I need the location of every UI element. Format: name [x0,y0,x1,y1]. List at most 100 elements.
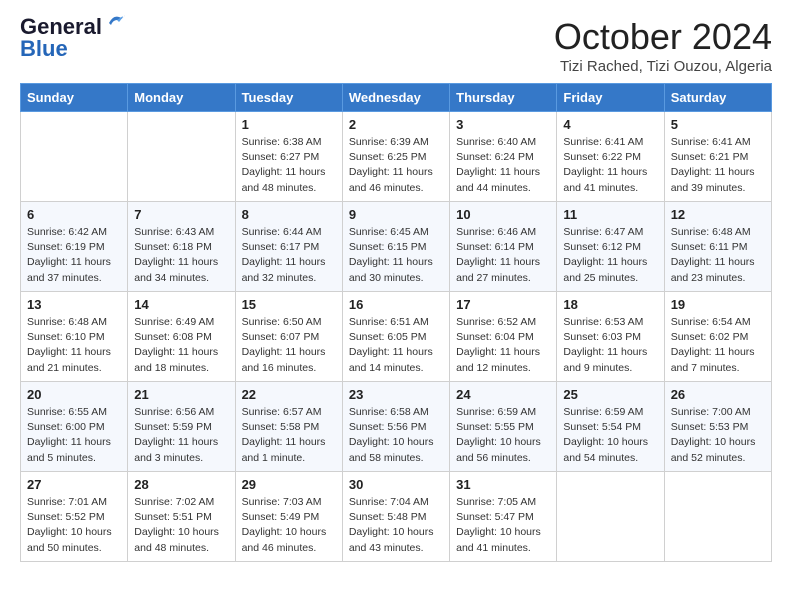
table-row: 16 Sunrise: 6:51 AMSunset: 6:05 PMDayligh… [342,292,449,382]
table-row: 22Sunrise: 6:57 AMSunset: 5:58 PMDayligh… [235,382,342,472]
table-row: 31 Sunrise: 7:05 AMSunset: 5:47 PMDayligh… [450,472,557,562]
table-row: 19Sunrise: 6:54 AMSunset: 6:02 PMDayligh… [664,292,771,382]
location: Tizi Rached, Tizi Ouzou, Algeria [554,58,772,75]
day-number: 11 [563,207,657,222]
day-info: Sunrise: 6:49 AMSunset: 6:08 PMDaylight:… [134,315,228,376]
day-number: 1 [242,117,336,132]
table-row: 9Sunrise: 6:45 AMSunset: 6:15 PMDaylight… [342,202,449,292]
day-info: Sunrise: 7:05 AMSunset: 5:47 PMDaylight:… [456,495,550,556]
col-friday: Friday [557,84,664,112]
table-row: 25Sunrise: 6:59 AMSunset: 5:54 PMDayligh… [557,382,664,472]
day-number: 27 [27,477,121,492]
table-row: 11 Sunrise: 6:47 AMSunset: 6:12 PMDayligh… [557,202,664,292]
table-row: 28 Sunrise: 7:02 AMSunset: 5:51 PMDayligh… [128,472,235,562]
calendar-week-row: 1 Sunrise: 6:38 AMSunset: 6:27 PMDaylight… [21,112,772,202]
table-row: 30Sunrise: 7:04 AMSunset: 5:48 PMDayligh… [342,472,449,562]
day-info: Sunrise: 6:42 AMSunset: 6:19 PMDaylight:… [27,225,121,286]
col-saturday: Saturday [664,84,771,112]
day-info: Sunrise: 7:02 AMSunset: 5:51 PMDaylight:… [134,495,228,556]
day-number: 12 [671,207,765,222]
col-sunday: Sunday [21,84,128,112]
day-info: Sunrise: 6:44 AMSunset: 6:17 PMDaylight:… [242,225,336,286]
day-number: 16 [349,297,443,312]
day-info: Sunrise: 6:48 AMSunset: 6:10 PMDaylight:… [27,315,121,376]
day-info: Sunrise: 6:55 AMSunset: 6:00 PMDaylight:… [27,405,121,466]
day-number: 2 [349,117,443,132]
day-number: 26 [671,387,765,402]
day-number: 19 [671,297,765,312]
day-number: 10 [456,207,550,222]
day-number: 21 [134,387,228,402]
table-row: 21 Sunrise: 6:56 AMSunset: 5:59 PMDayligh… [128,382,235,472]
table-row: 4 Sunrise: 6:41 AMSunset: 6:22 PMDaylight… [557,112,664,202]
day-info: Sunrise: 6:58 AMSunset: 5:56 PMDaylight:… [349,405,443,466]
day-number: 7 [134,207,228,222]
page: General Blue October 2024 Tizi Rached, T… [0,0,792,582]
table-row: 18 Sunrise: 6:53 AMSunset: 6:03 PMDayligh… [557,292,664,382]
table-row: 13 Sunrise: 6:48 AMSunset: 6:10 PMDayligh… [21,292,128,382]
month-title: October 2024 [554,16,772,58]
day-number: 3 [456,117,550,132]
day-info: Sunrise: 6:48 AMSunset: 6:11 PMDaylight:… [671,225,765,286]
calendar-week-row: 6 Sunrise: 6:42 AMSunset: 6:19 PMDaylight… [21,202,772,292]
day-info: Sunrise: 6:51 AMSunset: 6:05 PMDaylight:… [349,315,443,376]
day-info: Sunrise: 7:01 AMSunset: 5:52 PMDaylight:… [27,495,121,556]
table-row: 12 Sunrise: 6:48 AMSunset: 6:11 PMDayligh… [664,202,771,292]
day-info: Sunrise: 6:41 AMSunset: 6:21 PMDaylight:… [671,135,765,196]
table-row: 2 Sunrise: 6:39 AMSunset: 6:25 PMDaylight… [342,112,449,202]
day-info: Sunrise: 6:40 AMSunset: 6:24 PMDaylight:… [456,135,550,196]
logo-general-text: General [20,16,102,38]
table-row: 17 Sunrise: 6:52 AMSunset: 6:04 PMDayligh… [450,292,557,382]
day-number: 5 [671,117,765,132]
table-row: 23 Sunrise: 6:58 AMSunset: 5:56 PMDayligh… [342,382,449,472]
day-info: Sunrise: 7:03 AMSunset: 5:49 PMDaylight:… [242,495,336,556]
table-row: 3 Sunrise: 6:40 AMSunset: 6:24 PMDaylight… [450,112,557,202]
table-row: 29 Sunrise: 7:03 AMSunset: 5:49 PMDayligh… [235,472,342,562]
day-info: Sunrise: 6:45 AMSunset: 6:15 PMDaylight:… [349,225,443,286]
day-info: Sunrise: 6:38 AMSunset: 6:27 PMDaylight:… [242,135,336,196]
col-wednesday: Wednesday [342,84,449,112]
calendar-week-row: 13 Sunrise: 6:48 AMSunset: 6:10 PMDayligh… [21,292,772,382]
day-info: Sunrise: 6:43 AMSunset: 6:18 PMDaylight:… [134,225,228,286]
calendar-week-row: 20 Sunrise: 6:55 AMSunset: 6:00 PMDayligh… [21,382,772,472]
day-info: Sunrise: 6:59 AMSunset: 5:54 PMDaylight:… [563,405,657,466]
day-number: 17 [456,297,550,312]
day-info: Sunrise: 6:46 AMSunset: 6:14 PMDaylight:… [456,225,550,286]
logo-bird-icon [105,13,127,33]
day-number: 20 [27,387,121,402]
table-row: 24 Sunrise: 6:59 AMSunset: 5:55 PMDayligh… [450,382,557,472]
day-number: 13 [27,297,121,312]
day-info: Sunrise: 6:56 AMSunset: 5:59 PMDaylight:… [134,405,228,466]
day-number: 29 [242,477,336,492]
day-number: 28 [134,477,228,492]
table-row: 15Sunrise: 6:50 AMSunset: 6:07 PMDayligh… [235,292,342,382]
table-row: 6 Sunrise: 6:42 AMSunset: 6:19 PMDaylight… [21,202,128,292]
day-info: Sunrise: 6:59 AMSunset: 5:55 PMDaylight:… [456,405,550,466]
logo: General Blue [20,16,127,60]
table-row: 26 Sunrise: 7:00 AMSunset: 5:53 PMDayligh… [664,382,771,472]
day-info: Sunrise: 6:53 AMSunset: 6:03 PMDaylight:… [563,315,657,376]
day-number: 4 [563,117,657,132]
day-number: 6 [27,207,121,222]
day-number: 24 [456,387,550,402]
day-number: 30 [349,477,443,492]
day-number: 31 [456,477,550,492]
day-number: 22 [242,387,336,402]
table-row: 7 Sunrise: 6:43 AMSunset: 6:18 PMDaylight… [128,202,235,292]
calendar-table: Sunday Monday Tuesday Wednesday Thursday… [20,83,772,562]
col-monday: Monday [128,84,235,112]
day-number: 8 [242,207,336,222]
day-info: Sunrise: 6:50 AMSunset: 6:07 PMDaylight:… [242,315,336,376]
day-number: 18 [563,297,657,312]
day-info: Sunrise: 6:47 AMSunset: 6:12 PMDaylight:… [563,225,657,286]
day-info: Sunrise: 6:39 AMSunset: 6:25 PMDaylight:… [349,135,443,196]
day-info: Sunrise: 7:00 AMSunset: 5:53 PMDaylight:… [671,405,765,466]
calendar-header-row: Sunday Monday Tuesday Wednesday Thursday… [21,84,772,112]
table-row: 5 Sunrise: 6:41 AMSunset: 6:21 PMDaylight… [664,112,771,202]
day-info: Sunrise: 6:41 AMSunset: 6:22 PMDaylight:… [563,135,657,196]
table-row: 27 Sunrise: 7:01 AMSunset: 5:52 PMDayligh… [21,472,128,562]
day-number: 23 [349,387,443,402]
table-row: 1 Sunrise: 6:38 AMSunset: 6:27 PMDaylight… [235,112,342,202]
day-info: Sunrise: 6:52 AMSunset: 6:04 PMDaylight:… [456,315,550,376]
col-thursday: Thursday [450,84,557,112]
